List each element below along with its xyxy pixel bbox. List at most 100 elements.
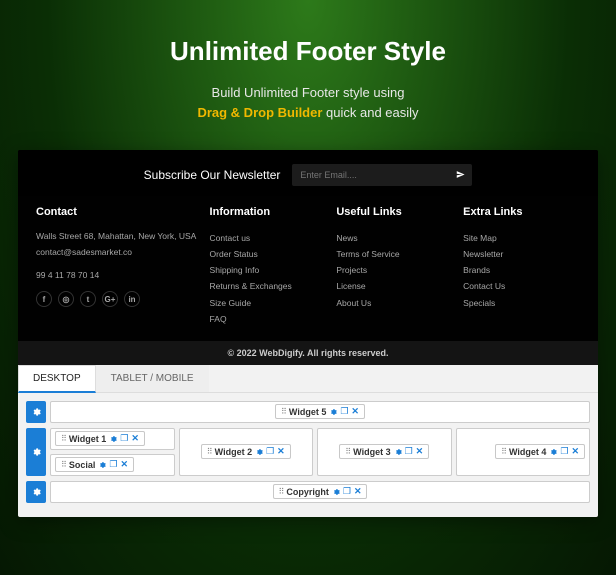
drag-handle-icon[interactable]: ⠿ [345, 447, 350, 456]
widget-clone-icon[interactable]: ❐ [343, 486, 351, 497]
useful-link[interactable]: News [336, 230, 453, 246]
subtitle-rest: quick and easily [322, 105, 418, 120]
widget-1[interactable]: ⠿ Widget 1 ❐ ✕ [55, 431, 145, 446]
dropzone-stack: ⠿ Widget 1 ❐ ✕ ⠿ Social ❐ [50, 428, 175, 476]
dropzone[interactable]: ⠿ Widget 4 ❐ ✕ [456, 428, 591, 476]
builder-area: ⠿ Widget 5 ❐ ✕ ⠿ Widget 1 [18, 393, 598, 507]
extra-link[interactable]: Newsletter [463, 246, 580, 262]
widget-clone-icon[interactable]: ❐ [109, 459, 117, 470]
widget-clone-icon[interactable]: ❐ [340, 406, 348, 417]
drag-handle-icon[interactable]: ⠿ [61, 434, 66, 443]
info-link[interactable]: Size Guide [210, 295, 327, 311]
widget-close-icon[interactable]: ✕ [571, 446, 579, 457]
drag-handle-icon[interactable]: ⠿ [501, 447, 506, 456]
info-link[interactable]: Order Status [210, 246, 327, 262]
dropzone[interactable]: ⠿ Widget 1 ❐ ✕ [50, 428, 175, 450]
gear-icon [31, 447, 41, 457]
dropzone[interactable]: ⠿ Widget 5 ❐ ✕ [50, 401, 590, 423]
info-link[interactable]: FAQ [210, 311, 327, 327]
widget-settings-icon[interactable] [332, 487, 340, 497]
widget-settings-icon[interactable] [255, 447, 263, 457]
information-column: Information Contact us Order Status Ship… [210, 206, 327, 327]
subtitle-line1: Build Unlimited Footer style using [20, 83, 596, 103]
useful-link[interactable]: Terms of Service [336, 246, 453, 262]
widget-settings-icon[interactable] [109, 434, 117, 444]
widget-label: Copyright [286, 487, 329, 497]
widget-label: Widget 2 [215, 447, 252, 457]
builder-tabs: DESKTOP TABLET / MOBILE [18, 365, 598, 393]
subtitle-line2: Drag & Drop Builder quick and easily [20, 103, 596, 123]
extra-link[interactable]: Contact Us [463, 278, 580, 294]
info-link[interactable]: Contact us [210, 230, 327, 246]
gear-icon [31, 407, 41, 417]
extra-column: Extra Links Site Map Newsletter Brands C… [463, 206, 580, 327]
send-button[interactable] [448, 166, 472, 184]
footer-columns: Contact Walls Street 68, Mahattan, New Y… [18, 196, 598, 341]
useful-link[interactable]: About Us [336, 295, 453, 311]
dropzone[interactable]: ⠿ Copyright ❐ ✕ [50, 481, 590, 503]
useful-link[interactable]: Projects [336, 262, 453, 278]
widget-2[interactable]: ⠿ Widget 2 ❐ ✕ [201, 444, 291, 459]
widget-social[interactable]: ⠿ Social ❐ ✕ [55, 457, 134, 472]
contact-phone: 99 4 11 78 70 14 [36, 269, 200, 282]
tab-mobile[interactable]: TABLET / MOBILE [96, 365, 209, 392]
google-plus-icon[interactable]: G+ [102, 291, 118, 307]
widget-clone-icon[interactable]: ❐ [266, 446, 274, 457]
copyright-bar: © 2022 WebDigify. All rights reserved. [18, 341, 598, 365]
dropzone[interactable]: ⠿ Widget 2 ❐ ✕ [179, 428, 314, 476]
dropzone[interactable]: ⠿ Widget 3 ❐ ✕ [317, 428, 452, 476]
twitter-icon[interactable]: t [80, 291, 96, 307]
extra-link[interactable]: Specials [463, 295, 580, 311]
widget-copyright[interactable]: ⠿ Copyright ❐ ✕ [273, 484, 368, 499]
useful-heading: Useful Links [336, 206, 453, 218]
widget-label: Social [69, 460, 96, 470]
widget-settings-icon[interactable] [329, 407, 337, 417]
contact-email: contact@sadesmarket.co [36, 246, 200, 259]
facebook-icon[interactable]: f [36, 291, 52, 307]
widget-3[interactable]: ⠿ Widget 3 ❐ ✕ [339, 444, 429, 459]
contact-column: Contact Walls Street 68, Mahattan, New Y… [36, 206, 200, 327]
widget-5[interactable]: ⠿ Widget 5 ❐ ✕ [275, 404, 365, 419]
widget-clone-icon[interactable]: ❐ [405, 446, 413, 457]
newsletter-bar: Subscribe Our Newsletter [18, 150, 598, 196]
builder-row: ⠿ Copyright ❐ ✕ [26, 481, 590, 503]
widget-clone-icon[interactable]: ❐ [560, 446, 568, 457]
row-settings-button[interactable] [26, 401, 46, 423]
widget-settings-icon[interactable] [549, 447, 557, 457]
widget-close-icon[interactable]: ✕ [120, 459, 128, 470]
page-title: Unlimited Footer Style [20, 36, 596, 67]
row-settings-button[interactable] [26, 481, 46, 503]
widget-label: Widget 4 [509, 447, 546, 457]
widget-clone-icon[interactable]: ❐ [120, 433, 128, 444]
email-input[interactable] [292, 170, 448, 180]
useful-link[interactable]: License [336, 278, 453, 294]
extra-heading: Extra Links [463, 206, 580, 218]
instagram-icon[interactable]: ◎ [58, 291, 74, 307]
accent-text: Drag & Drop Builder [197, 105, 322, 120]
widget-close-icon[interactable]: ✕ [354, 486, 362, 497]
drag-handle-icon[interactable]: ⠿ [281, 407, 286, 416]
tab-desktop[interactable]: DESKTOP [18, 365, 96, 393]
row-settings-button[interactable] [26, 428, 46, 476]
widget-close-icon[interactable]: ✕ [277, 446, 285, 457]
dropzone[interactable]: ⠿ Social ❐ ✕ [50, 454, 175, 476]
info-link[interactable]: Returns & Exchanges [210, 278, 327, 294]
drag-handle-icon[interactable]: ⠿ [279, 487, 284, 496]
linkedin-icon[interactable]: in [124, 291, 140, 307]
widget-settings-icon[interactable] [98, 460, 106, 470]
contact-address: Walls Street 68, Mahattan, New York, USA [36, 230, 200, 243]
drag-handle-icon[interactable]: ⠿ [207, 447, 212, 456]
widget-close-icon[interactable]: ✕ [351, 406, 359, 417]
info-link[interactable]: Shipping Info [210, 262, 327, 278]
useful-column: Useful Links News Terms of Service Proje… [336, 206, 453, 327]
drag-handle-icon[interactable]: ⠿ [61, 460, 66, 469]
widget-4[interactable]: ⠿ Widget 4 ❐ ✕ [495, 444, 585, 459]
extra-link[interactable]: Site Map [463, 230, 580, 246]
widget-label: Widget 1 [69, 434, 106, 444]
widget-settings-icon[interactable] [394, 447, 402, 457]
paper-plane-icon [456, 170, 465, 179]
social-icons: f ◎ t G+ in [36, 291, 200, 307]
extra-link[interactable]: Brands [463, 262, 580, 278]
widget-close-icon[interactable]: ✕ [416, 446, 424, 457]
widget-close-icon[interactable]: ✕ [131, 433, 139, 444]
